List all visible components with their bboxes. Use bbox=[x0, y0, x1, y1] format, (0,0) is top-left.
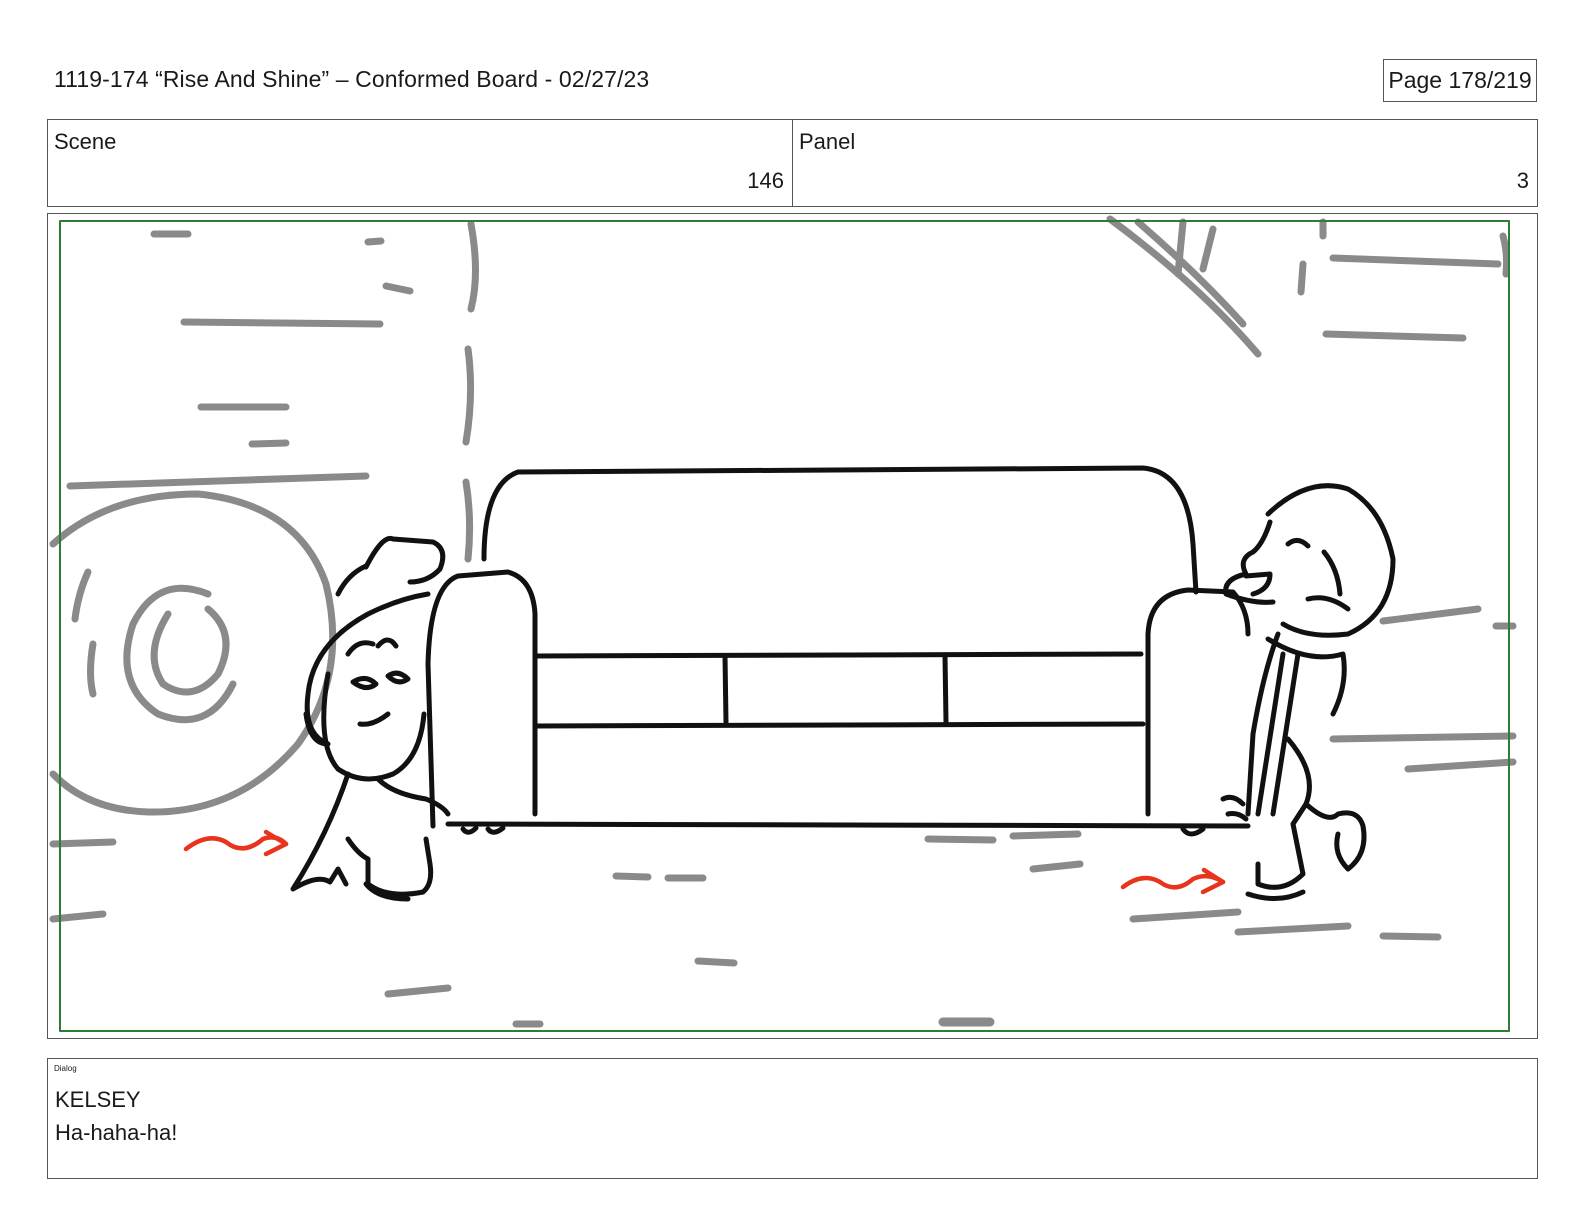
panel-cell: Panel 3 bbox=[792, 120, 1537, 206]
panel-label: Panel bbox=[799, 129, 856, 154]
background-sketch bbox=[49, 215, 1517, 1028]
scene-cell: Scene 146 bbox=[48, 120, 792, 206]
panel-number: 3 bbox=[1516, 168, 1529, 193]
scene-label: Scene bbox=[54, 129, 117, 154]
couch-sketch bbox=[425, 465, 1251, 837]
board-title: 1119-174 “Rise And Shine” – Conformed Bo… bbox=[54, 66, 650, 92]
storyboard-panel bbox=[47, 213, 1538, 1039]
scene-number: 146 bbox=[747, 168, 784, 193]
dialog-line: Ha-haha-ha! bbox=[55, 1120, 178, 1145]
dialog-box: Dialog KELSEY Ha-haha-ha! bbox=[47, 1058, 1538, 1179]
boy-sketch bbox=[1220, 483, 1396, 901]
dialog-speaker: KELSEY bbox=[55, 1087, 141, 1112]
scene-panel-table: Scene 146 Panel 3 bbox=[47, 119, 1538, 207]
dialog-label: Dialog bbox=[54, 1064, 77, 1073]
storyboard-drawing bbox=[49, 215, 1517, 1032]
page-number: Page 178/219 bbox=[1383, 59, 1537, 102]
